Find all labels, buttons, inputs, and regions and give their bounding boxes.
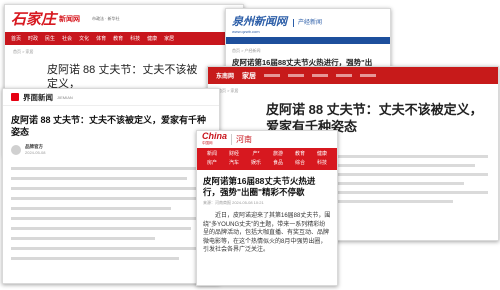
text-line	[11, 197, 201, 200]
sjz-nav-item[interactable]: 社会	[62, 35, 72, 42]
qz-channel-label[interactable]: 产经新闻	[293, 19, 322, 27]
china-header: China 中国网 河南	[197, 131, 337, 148]
china-logo-en: China	[202, 130, 228, 141]
china-nav-item[interactable]: 娱乐	[245, 160, 267, 167]
sjz-nav-item[interactable]: 文化	[79, 35, 89, 42]
text-line	[328, 173, 488, 176]
jm-article-body	[3, 159, 219, 260]
sjz-logo-sub: 新闻网	[59, 15, 81, 23]
dn-nav-item[interactable]	[288, 74, 305, 77]
sjz-nav-item[interactable]: 教育	[113, 35, 123, 42]
text-line	[11, 247, 211, 250]
qz-logo-mark: 泉州新闻网	[232, 14, 287, 28]
text-line	[11, 177, 187, 180]
sjz-logo[interactable]: 石家庄 新闻网	[11, 8, 80, 29]
dn-nav-item[interactable]	[360, 74, 377, 77]
sjz-breadcrumb[interactable]: 首页 > 家居	[5, 45, 243, 59]
china-article-meta: 来源：河南商报 2024-05-08 10:21	[203, 200, 264, 205]
sjz-nav-item[interactable]: 时政	[28, 35, 38, 42]
text-line	[328, 182, 464, 185]
sjz-nav-item[interactable]: 民生	[45, 35, 55, 42]
china-nav-item[interactable]: 食品	[267, 160, 289, 167]
china-nav-item[interactable]: 财经	[223, 151, 245, 158]
text-line	[11, 167, 211, 170]
jm-logo-sub: JIEMIAN	[57, 94, 73, 100]
jm-logo-text[interactable]: 界面新闻	[23, 92, 53, 103]
china-nav-item[interactable]: 房产	[201, 160, 223, 167]
dn-section-label[interactable]: 家居	[242, 71, 256, 81]
china-region-label[interactable]: 河南	[231, 134, 252, 145]
sjz-nav-item[interactable]: 健康	[147, 35, 157, 42]
china-nav-item[interactable]: 综合	[289, 160, 311, 167]
china-nav-item[interactable]: 教育	[289, 151, 311, 158]
dn-home-link[interactable]: 东南网	[216, 71, 234, 80]
text-line	[11, 207, 171, 210]
sjz-nav-item[interactable]: 体育	[96, 35, 106, 42]
china-article-body: 近日，皮阿诺迎来了其第16届88丈夫节，围绕"多YOUNG丈夫"的主题，带来一系…	[203, 213, 331, 253]
sjz-nav-item[interactable]: 家居	[164, 35, 174, 42]
china-article-title: 皮阿诺第16届88丈夫节火热进行，强势"出圈"精彩不停歇	[203, 176, 316, 197]
text-line	[11, 257, 179, 260]
jm-author-date: 2024-05-08	[25, 150, 46, 155]
china-nav-item[interactable]: 产*	[245, 151, 267, 158]
jm-header: 界面新闻 JIEMIAN	[3, 89, 219, 106]
china-nav-item[interactable]: 汽车	[223, 160, 245, 167]
text-line	[11, 187, 211, 190]
china-nav-item[interactable]: 健康	[311, 151, 333, 158]
jm-author: 品牌官方 2024-05-08	[3, 140, 219, 159]
avatar[interactable]	[11, 144, 21, 155]
text-line	[11, 217, 211, 220]
china-henan-mobile-page: China 中国网 河南 新闻 财经 产* 旅游 教育 健康 房产 汽车 娱乐 …	[196, 130, 338, 286]
sjz-header-meta: 市政法 · 新华社	[92, 15, 120, 21]
text-line	[11, 227, 191, 230]
qz-logo-url: www.qzwb.com	[232, 28, 260, 34]
dn-nav-item[interactable]	[264, 74, 281, 77]
jm-article-title: 皮阿诺 88 丈夫节：丈夫不该被定义，爱家有千种姿态	[11, 115, 207, 137]
text-line	[328, 191, 488, 194]
jm-logo-icon	[11, 93, 19, 101]
dn-nav-item[interactable]	[312, 74, 329, 77]
text-line	[328, 200, 453, 203]
china-logo[interactable]: China 中国网	[202, 130, 228, 147]
qz-header: 泉州新闻网 www.qzwb.com 产经新闻	[226, 9, 390, 37]
qz-breadcrumb[interactable]: 首页 > 产经新闻	[226, 44, 390, 54]
text-line	[328, 155, 488, 158]
sjz-nav-item[interactable]: 科技	[130, 35, 140, 42]
qz-logo[interactable]: 泉州新闻网 www.qzwb.com	[232, 13, 287, 34]
china-nav-item[interactable]: 新闻	[201, 151, 223, 158]
china-nav-item[interactable]: 科技	[311, 160, 333, 167]
dn-nav: 东南网 家居	[208, 67, 498, 84]
sjz-logo-mark: 石家庄	[11, 10, 57, 28]
qz-nav-bar	[226, 37, 390, 44]
sjz-nav: 首页 时政 民生 社会 文化 体育 教育 科技 健康 家居	[5, 32, 243, 45]
dn-nav-item[interactable]	[336, 74, 353, 77]
china-nav-item[interactable]: 旅游	[267, 151, 289, 158]
text-line	[328, 164, 476, 167]
china-nav: 新闻 财经 产* 旅游 教育 健康 房产 汽车 娱乐 食品 综合 科技	[197, 148, 337, 170]
sjz-header: 石家庄 新闻网 市政法 · 新华社	[5, 5, 243, 32]
sjz-nav-item[interactable]: 首页	[11, 35, 21, 42]
text-line	[11, 237, 155, 240]
jm-news-page: 界面新闻 JIEMIAN 皮阿诺 88 丈夫节：丈夫不该被定义，爱家有千种姿态 …	[2, 88, 220, 284]
dn-breadcrumb[interactable]: 首页 > 家居	[208, 84, 498, 98]
china-logo-cn: 中国网	[202, 140, 213, 145]
